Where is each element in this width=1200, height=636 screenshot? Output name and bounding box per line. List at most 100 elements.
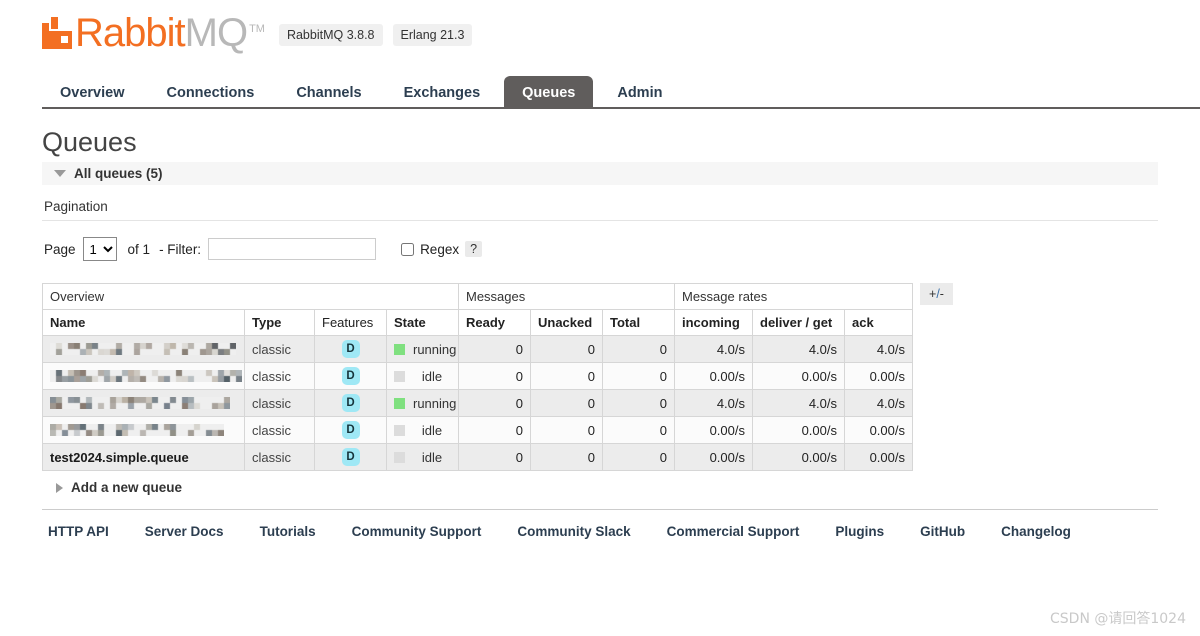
column-header-ack[interactable]: ack xyxy=(844,309,913,336)
queue-unacked-cell: 0 xyxy=(530,362,603,390)
table-row[interactable]: classic Didle 0 0 0 0.00/s 0.00/s 0.00/s xyxy=(42,362,913,390)
table-row[interactable]: test2024.simple.queue classic Didle 0 0 0 0.00… xyxy=(42,443,913,471)
queue-total-cell: 0 xyxy=(602,335,675,363)
queue-deliver-get-rate-cell: 0.00/s xyxy=(752,362,845,390)
page-title: Queues xyxy=(42,127,137,157)
durable-badge-icon: D xyxy=(341,367,360,385)
table-row[interactable]: classic Drunning 0 0 0 4.0/s 4.0/s 4.0/s xyxy=(42,389,913,417)
tab-exchanges[interactable]: Exchanges xyxy=(386,76,499,109)
queue-total-cell: 0 xyxy=(602,416,675,444)
queues-table-wrap: Overview Messages Message rates Name Typ… xyxy=(42,283,1158,471)
queue-ack-rate-cell: 4.0/s xyxy=(844,389,913,417)
column-header-ready[interactable]: Ready xyxy=(458,309,531,336)
page-select[interactable]: 1 xyxy=(82,237,117,261)
add-new-queue-section[interactable]: Add a new queue xyxy=(42,471,1158,495)
regex-help-icon[interactable]: ? xyxy=(465,241,483,257)
queue-ready-cell: 0 xyxy=(458,443,531,471)
rabbitmq-logo-icon xyxy=(42,17,72,49)
pagination-section-label: Pagination xyxy=(42,185,1158,221)
column-header-name[interactable]: Name xyxy=(42,309,245,336)
footer-link-community-support[interactable]: Community Support xyxy=(352,524,482,539)
pagination-controls: Page 1 of 1 - Filter: Regex ? xyxy=(42,221,1158,261)
footer-link-tutorials[interactable]: Tutorials xyxy=(260,524,316,539)
regex-checkbox[interactable] xyxy=(401,242,415,256)
state-indicator-icon xyxy=(394,343,405,355)
queue-name-cell[interactable]: test2024.simple.queue xyxy=(42,443,245,471)
column-header-type[interactable]: Type xyxy=(244,309,315,336)
queue-ack-rate-cell: 0.00/s xyxy=(844,362,913,390)
table-row[interactable]: classic Didle 0 0 0 0.00/s 0.00/s 0.00/s xyxy=(42,416,913,444)
footer-link-community-slack[interactable]: Community Slack xyxy=(517,524,630,539)
chevron-right-icon xyxy=(56,482,63,493)
table-column-header-row: Name Type Features State Ready Unacked T… xyxy=(42,309,913,336)
version-badge-rabbitmq: RabbitMQ 3.8.8 xyxy=(278,24,383,46)
queue-features-cell: D xyxy=(314,335,387,363)
queue-incoming-rate-cell: 4.0/s xyxy=(674,389,753,417)
rabbitmq-logo[interactable]: Rabbit MQ TM xyxy=(42,11,265,55)
queue-unacked-cell: 0 xyxy=(530,335,603,363)
column-header-state[interactable]: State xyxy=(386,309,459,336)
queue-type-cell: classic xyxy=(244,389,315,417)
queue-deliver-get-rate-cell: 0.00/s xyxy=(752,416,845,444)
queue-type-cell: classic xyxy=(244,335,315,363)
queue-unacked-cell: 0 xyxy=(530,416,603,444)
logo-trademark: TM xyxy=(249,23,265,35)
queue-name-cell-redacted[interactable] xyxy=(42,335,245,363)
queue-name-cell-redacted[interactable] xyxy=(42,362,245,390)
queue-deliver-get-rate-cell: 4.0/s xyxy=(752,389,845,417)
filter-input[interactable] xyxy=(208,238,377,260)
queue-type-cell: classic xyxy=(244,362,315,390)
queues-table: Overview Messages Message rates Name Typ… xyxy=(42,283,913,471)
footer-links: HTTP API Server Docs Tutorials Community… xyxy=(42,509,1158,539)
regex-label: Regex xyxy=(420,241,460,257)
footer-link-server-docs[interactable]: Server Docs xyxy=(145,524,224,539)
tab-admin[interactable]: Admin xyxy=(599,76,680,109)
page-root: Rabbit MQ TM RabbitMQ 3.8.8 Erlang 21.3 Ov… xyxy=(0,0,1200,636)
queue-type-cell: classic xyxy=(244,443,315,471)
queue-ready-cell: 0 xyxy=(458,362,531,390)
toggle-columns-button[interactable]: +/- xyxy=(920,283,953,305)
state-indicator-icon xyxy=(394,397,405,409)
queue-state-cell: running xyxy=(386,335,459,363)
queue-incoming-rate-cell: 0.00/s xyxy=(674,362,753,390)
tab-queues[interactable]: Queues xyxy=(504,76,594,109)
state-label: running xyxy=(413,395,457,411)
queue-ready-cell: 0 xyxy=(458,416,531,444)
queue-deliver-get-rate-cell: 0.00/s xyxy=(752,443,845,471)
queue-ack-rate-cell: 0.00/s xyxy=(844,416,913,444)
column-header-total[interactable]: Total xyxy=(602,309,675,336)
all-queues-section-header[interactable]: All queues (5) xyxy=(42,162,1158,185)
tab-overview[interactable]: Overview xyxy=(42,76,143,109)
footer-link-http-api[interactable]: HTTP API xyxy=(48,524,109,539)
queue-name-cell-redacted[interactable] xyxy=(42,389,245,417)
column-header-incoming[interactable]: incoming xyxy=(674,309,753,336)
tab-connections[interactable]: Connections xyxy=(149,76,273,109)
queue-unacked-cell: 0 xyxy=(530,443,603,471)
app-header: Rabbit MQ TM RabbitMQ 3.8.8 Erlang 21.3 xyxy=(0,0,1200,72)
table-row[interactable]: classic Drunning 0 0 0 4.0/s 4.0/s 4.0/s xyxy=(42,335,913,363)
queue-ready-cell: 0 xyxy=(458,335,531,363)
durable-badge-icon: D xyxy=(341,340,360,358)
footer-link-github[interactable]: GitHub xyxy=(920,524,965,539)
queue-incoming-rate-cell: 4.0/s xyxy=(674,335,753,363)
queue-incoming-rate-cell: 0.00/s xyxy=(674,443,753,471)
logo-text-rabbit: Rabbit xyxy=(75,11,186,55)
footer-link-commercial-support[interactable]: Commercial Support xyxy=(667,524,800,539)
queue-total-cell: 0 xyxy=(602,362,675,390)
all-queues-label: All queues (5) xyxy=(74,166,163,181)
group-header-overview: Overview xyxy=(42,283,459,310)
queue-features-cell: D xyxy=(314,416,387,444)
durable-badge-icon: D xyxy=(341,448,360,466)
tab-channels[interactable]: Channels xyxy=(278,76,379,109)
queue-state-cell: idle xyxy=(386,416,459,444)
column-header-features: Features xyxy=(314,309,387,336)
footer-link-plugins[interactable]: Plugins xyxy=(835,524,884,539)
queue-name-cell-redacted[interactable] xyxy=(42,416,245,444)
state-label: idle xyxy=(421,368,443,384)
group-header-messages: Messages xyxy=(458,283,675,310)
table-group-header-row: Overview Messages Message rates xyxy=(42,283,913,310)
column-header-unacked[interactable]: Unacked xyxy=(530,309,603,336)
footer-link-changelog[interactable]: Changelog xyxy=(1001,524,1071,539)
chevron-down-icon xyxy=(54,170,66,177)
column-header-deliver-get[interactable]: deliver / get xyxy=(752,309,845,336)
